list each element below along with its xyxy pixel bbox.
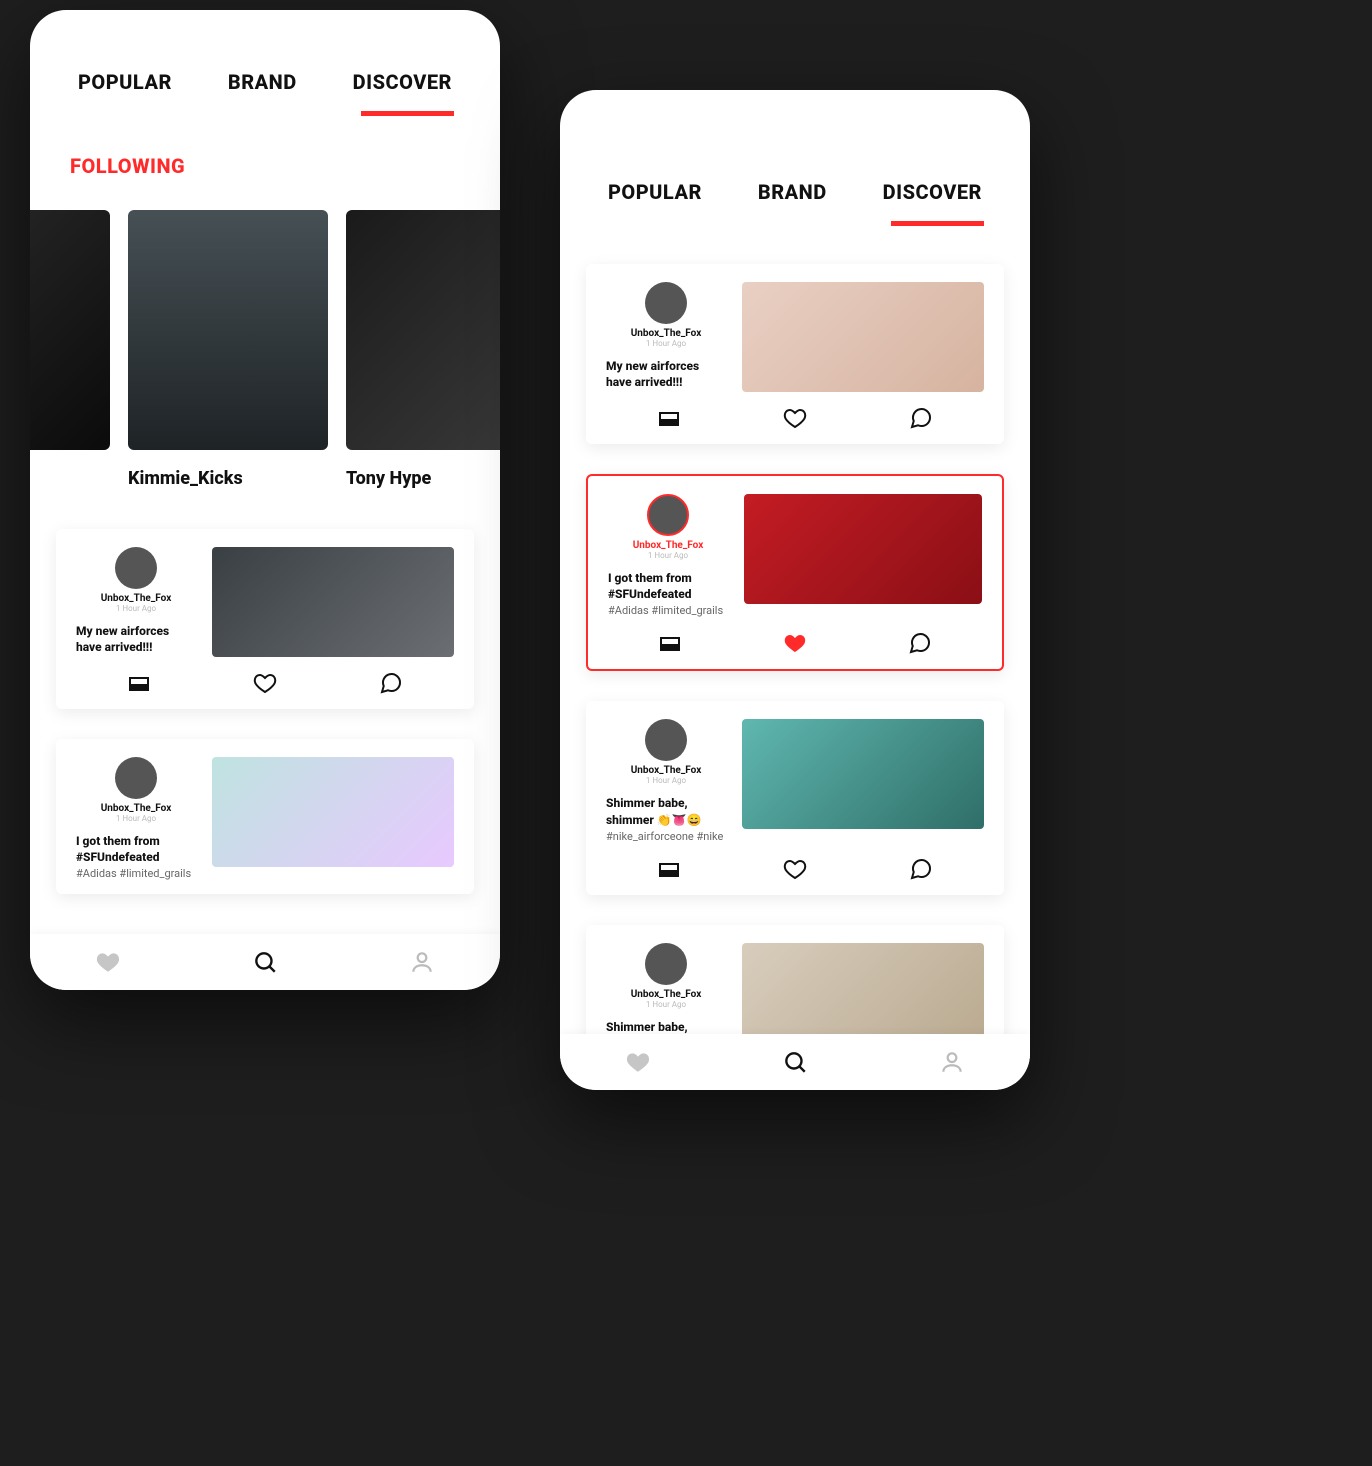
- post-hashtags: #Adidas #limited_grails: [76, 867, 191, 880]
- following-card[interactable]: Tony Hype: [346, 210, 500, 489]
- post-image[interactable]: [742, 282, 984, 392]
- collection-icon[interactable]: [657, 406, 681, 430]
- post-card[interactable]: Unbox_The_Fox 1 Hour Ago My new airforce…: [586, 264, 1004, 444]
- following-card[interactable]: Kimmie_Kicks: [128, 210, 328, 489]
- nav-search-icon[interactable]: [782, 1049, 808, 1075]
- post-actions: [606, 406, 984, 430]
- comment-icon[interactable]: [909, 406, 933, 430]
- post-card-selected[interactable]: Unbox_The_Fox 1 Hour Ago I got them from…: [586, 474, 1004, 671]
- collection-icon[interactable]: [658, 631, 682, 655]
- comment-icon[interactable]: [379, 671, 403, 695]
- post-username[interactable]: Unbox_The_Fox: [101, 593, 172, 604]
- post-username[interactable]: Unbox_The_Fox: [631, 989, 702, 1000]
- post-hashtags: #nike_airforceone #nike: [606, 830, 723, 843]
- post-caption: Shimmer babe, shimmer 👏👅😄: [606, 795, 726, 827]
- nav-profile-icon[interactable]: [409, 949, 435, 975]
- post-timestamp: 1 Hour Ago: [646, 1000, 686, 1009]
- post-card[interactable]: Unbox_The_Fox 1 Hour Ago I got them from…: [56, 739, 474, 894]
- feed: Unbox_The_Fox 1 Hour Ago My new airforce…: [30, 489, 500, 990]
- post-timestamp: 1 Hour Ago: [646, 339, 686, 348]
- post-timestamp: 1 Hour Ago: [116, 604, 156, 613]
- post-image[interactable]: [212, 757, 454, 867]
- post-avatar[interactable]: [645, 719, 687, 761]
- tab-popular[interactable]: POPULAR: [78, 70, 172, 94]
- post-timestamp: 1 Hour Ago: [646, 776, 686, 785]
- post-image[interactable]: [742, 719, 984, 829]
- following-carousel[interactable]: eXlusive Kimmie_Kicks Tony Hype: [30, 210, 500, 489]
- post-username[interactable]: Unbox_The_Fox: [101, 803, 172, 814]
- post-avatar[interactable]: [647, 494, 689, 536]
- following-heading: FOLLOWING: [30, 104, 500, 200]
- tab-popular[interactable]: POPULAR: [608, 180, 702, 204]
- post-avatar[interactable]: [115, 547, 157, 589]
- post-actions: [76, 671, 454, 695]
- post-card[interactable]: Unbox_The_Fox 1 Hour Ago My new airforce…: [56, 529, 474, 709]
- collection-icon[interactable]: [657, 857, 681, 881]
- bottom-nav: [30, 934, 500, 990]
- comment-icon[interactable]: [909, 857, 933, 881]
- post-caption: I got them from #SFUndefeated: [608, 570, 728, 602]
- post-avatar[interactable]: [645, 282, 687, 324]
- post-caption: My new airforces have arrived!!!: [606, 358, 726, 390]
- post-actions: [608, 631, 982, 655]
- post-caption: My new airforces have arrived!!!: [76, 623, 196, 655]
- phone-screen-following: POPULAR BRAND DISCOVER FOLLOWING eXlusiv…: [30, 10, 500, 990]
- heart-icon-filled[interactable]: [783, 631, 807, 655]
- post-avatar[interactable]: [645, 943, 687, 985]
- comment-icon[interactable]: [908, 631, 932, 655]
- post-avatar[interactable]: [115, 757, 157, 799]
- tab-discover[interactable]: DISCOVER: [353, 70, 452, 94]
- post-username[interactable]: Unbox_The_Fox: [631, 765, 702, 776]
- tab-discover[interactable]: DISCOVER: [883, 180, 982, 204]
- following-name: eXlusive: [30, 468, 110, 489]
- post-actions: [606, 857, 984, 881]
- post-timestamp: 1 Hour Ago: [116, 814, 156, 823]
- post-hashtags: #Adidas #limited_grails: [608, 604, 723, 617]
- tab-brand[interactable]: BRAND: [758, 180, 827, 204]
- feed: Unbox_The_Fox 1 Hour Ago My new airforce…: [560, 214, 1030, 1090]
- post-image[interactable]: [212, 547, 454, 657]
- nav-search-icon[interactable]: [252, 949, 278, 975]
- post-username[interactable]: Unbox_The_Fox: [633, 540, 704, 551]
- collection-icon[interactable]: [127, 671, 151, 695]
- post-caption: I got them from #SFUndefeated: [76, 833, 196, 865]
- following-avatar-image: [30, 210, 110, 450]
- following-name: Tony Hype: [346, 468, 500, 489]
- following-name: Kimmie_Kicks: [128, 468, 328, 489]
- heart-icon[interactable]: [783, 857, 807, 881]
- heart-icon[interactable]: [783, 406, 807, 430]
- tab-brand[interactable]: BRAND: [228, 70, 297, 94]
- bottom-nav: [560, 1034, 1030, 1090]
- post-timestamp: 1 Hour Ago: [648, 551, 688, 560]
- nav-profile-icon[interactable]: [939, 1049, 965, 1075]
- following-card[interactable]: eXlusive: [30, 210, 110, 489]
- top-tabs: POPULAR BRAND DISCOVER: [560, 90, 1030, 214]
- post-image[interactable]: [744, 494, 982, 604]
- phone-screen-discover: POPULAR BRAND DISCOVER Unbox_The_Fox 1 H…: [560, 90, 1030, 1090]
- following-avatar-image: [128, 210, 328, 450]
- heart-icon[interactable]: [253, 671, 277, 695]
- nav-heart-icon[interactable]: [95, 949, 121, 975]
- post-username[interactable]: Unbox_The_Fox: [631, 328, 702, 339]
- nav-heart-icon[interactable]: [625, 1049, 651, 1075]
- post-card[interactable]: Unbox_The_Fox 1 Hour Ago Shimmer babe, s…: [586, 701, 1004, 894]
- following-avatar-image: [346, 210, 500, 450]
- top-tabs: POPULAR BRAND DISCOVER: [30, 10, 500, 104]
